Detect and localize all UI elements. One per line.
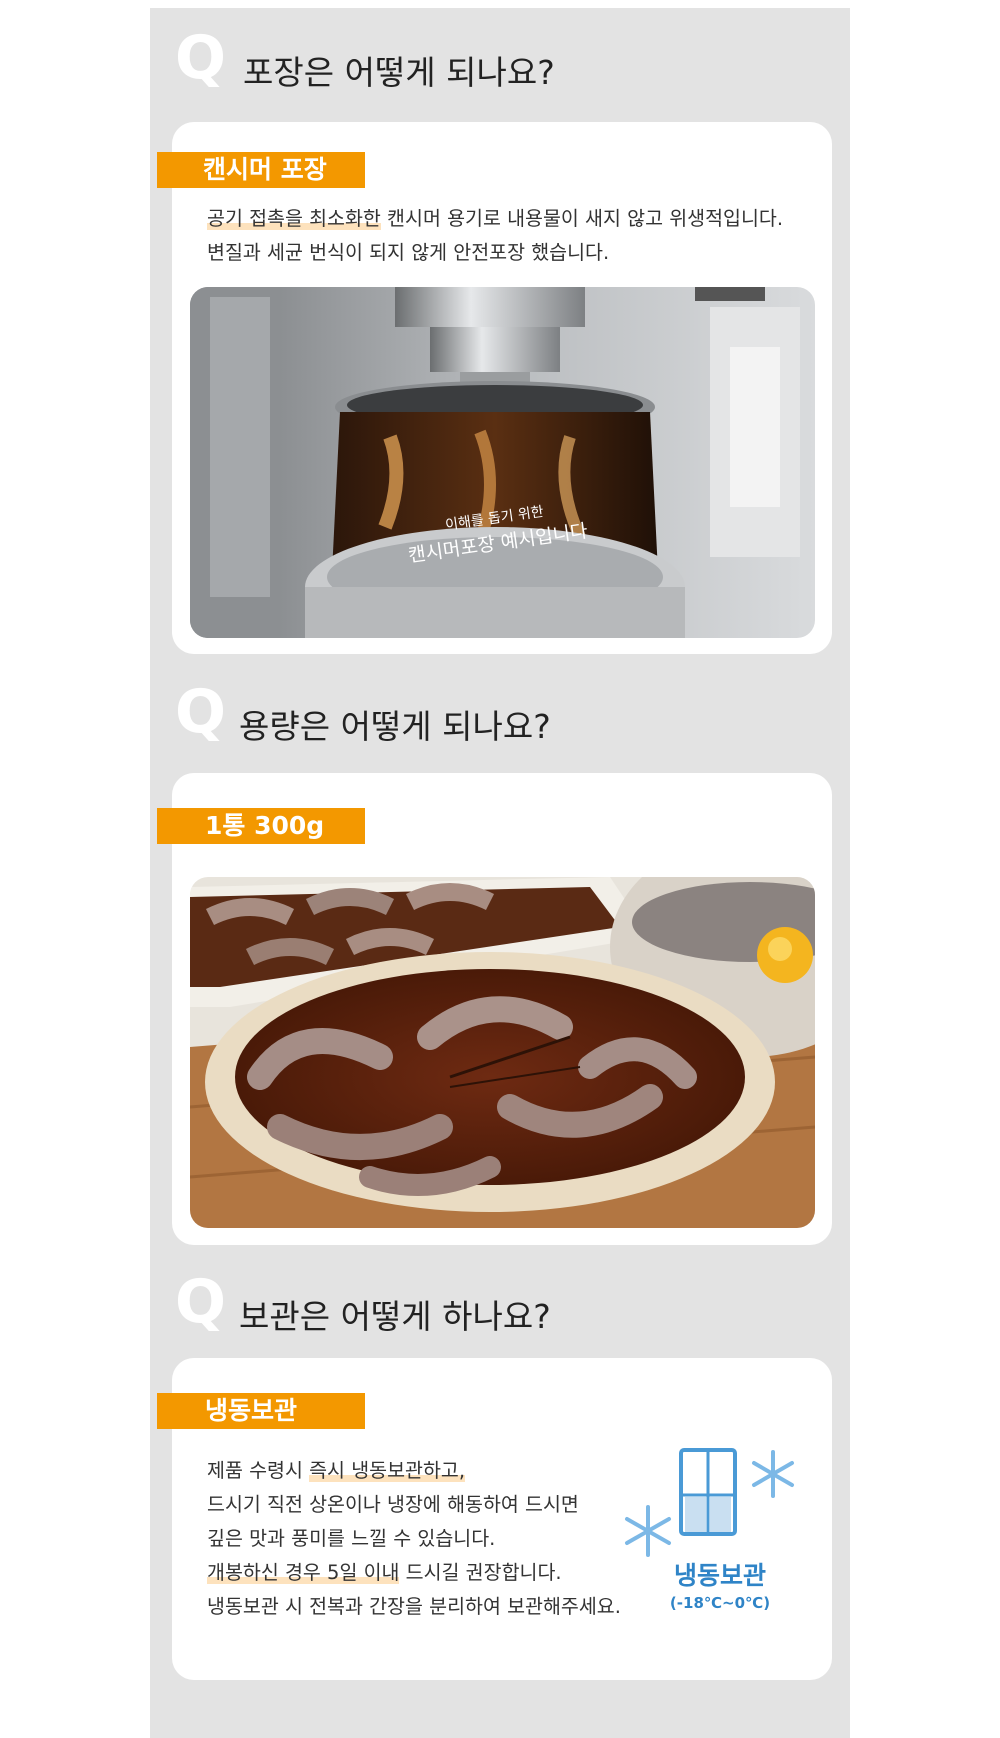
description-text: 드시길 권장합니다.	[399, 1561, 562, 1584]
description-text: 드시기 직전 상온이나 냉장에 해동하여 드시면	[207, 1493, 579, 1516]
question-text: 용량은 어떻게 되나요?	[239, 707, 551, 746]
volume-tag: 1통 300g	[157, 808, 365, 844]
q-mark: Q	[175, 1267, 227, 1337]
highlight-text: 개봉하신 경우 5일 이내	[207, 1561, 400, 1584]
packaging-description: 공기 접촉을 최소화한 캔시머 용기로 내용물이 새지 않고 위생적입니다. 변…	[207, 202, 783, 270]
description-text: 깊은 맛과 풍미를 느낄 수 있습니다.	[207, 1527, 496, 1550]
shrimp-photo	[190, 877, 815, 1228]
question-text: 포장은 어떻게 되나요?	[243, 53, 555, 92]
description-text: 냉동보관 시 전복과 간장을 분리하여 보관해주세요.	[207, 1595, 621, 1618]
freezer-icon	[625, 1448, 794, 1557]
description-text: 변질과 세균 번식이 되지 않게 안전포장 했습니다.	[207, 241, 610, 264]
storage-description: 제품 수령시 즉시 냉동보관하고, 드시기 직전 상온이나 냉장에 해동하여 드…	[207, 1454, 621, 1624]
description-text: 제품 수령시	[207, 1459, 310, 1482]
highlight-text: 즉시 냉동보관하고,	[309, 1459, 466, 1482]
snowflake-icon	[752, 1450, 794, 1498]
freezer-label: 냉동보관	[673, 1561, 766, 1590]
packaging-photo: 이해를 돕기 위한 캔시머포장 예시입니다	[190, 287, 815, 638]
question-text: 보관은 어떻게 하나요?	[239, 1297, 551, 1336]
q-mark: Q	[175, 23, 227, 93]
storage-tag: 냉동보관	[157, 1393, 365, 1429]
freezer-temperature-range: (-18℃~0℃)	[669, 1594, 771, 1612]
packaging-tag: 캔시머 포장	[157, 152, 365, 188]
q-mark: Q	[175, 677, 227, 747]
highlight-text: 공기 접촉을 최소화한	[207, 207, 381, 230]
snowflake-icon	[625, 1505, 671, 1557]
description-text: 캔시머 용기로 내용물이 새지 않고 위생적입니다.	[380, 207, 784, 230]
